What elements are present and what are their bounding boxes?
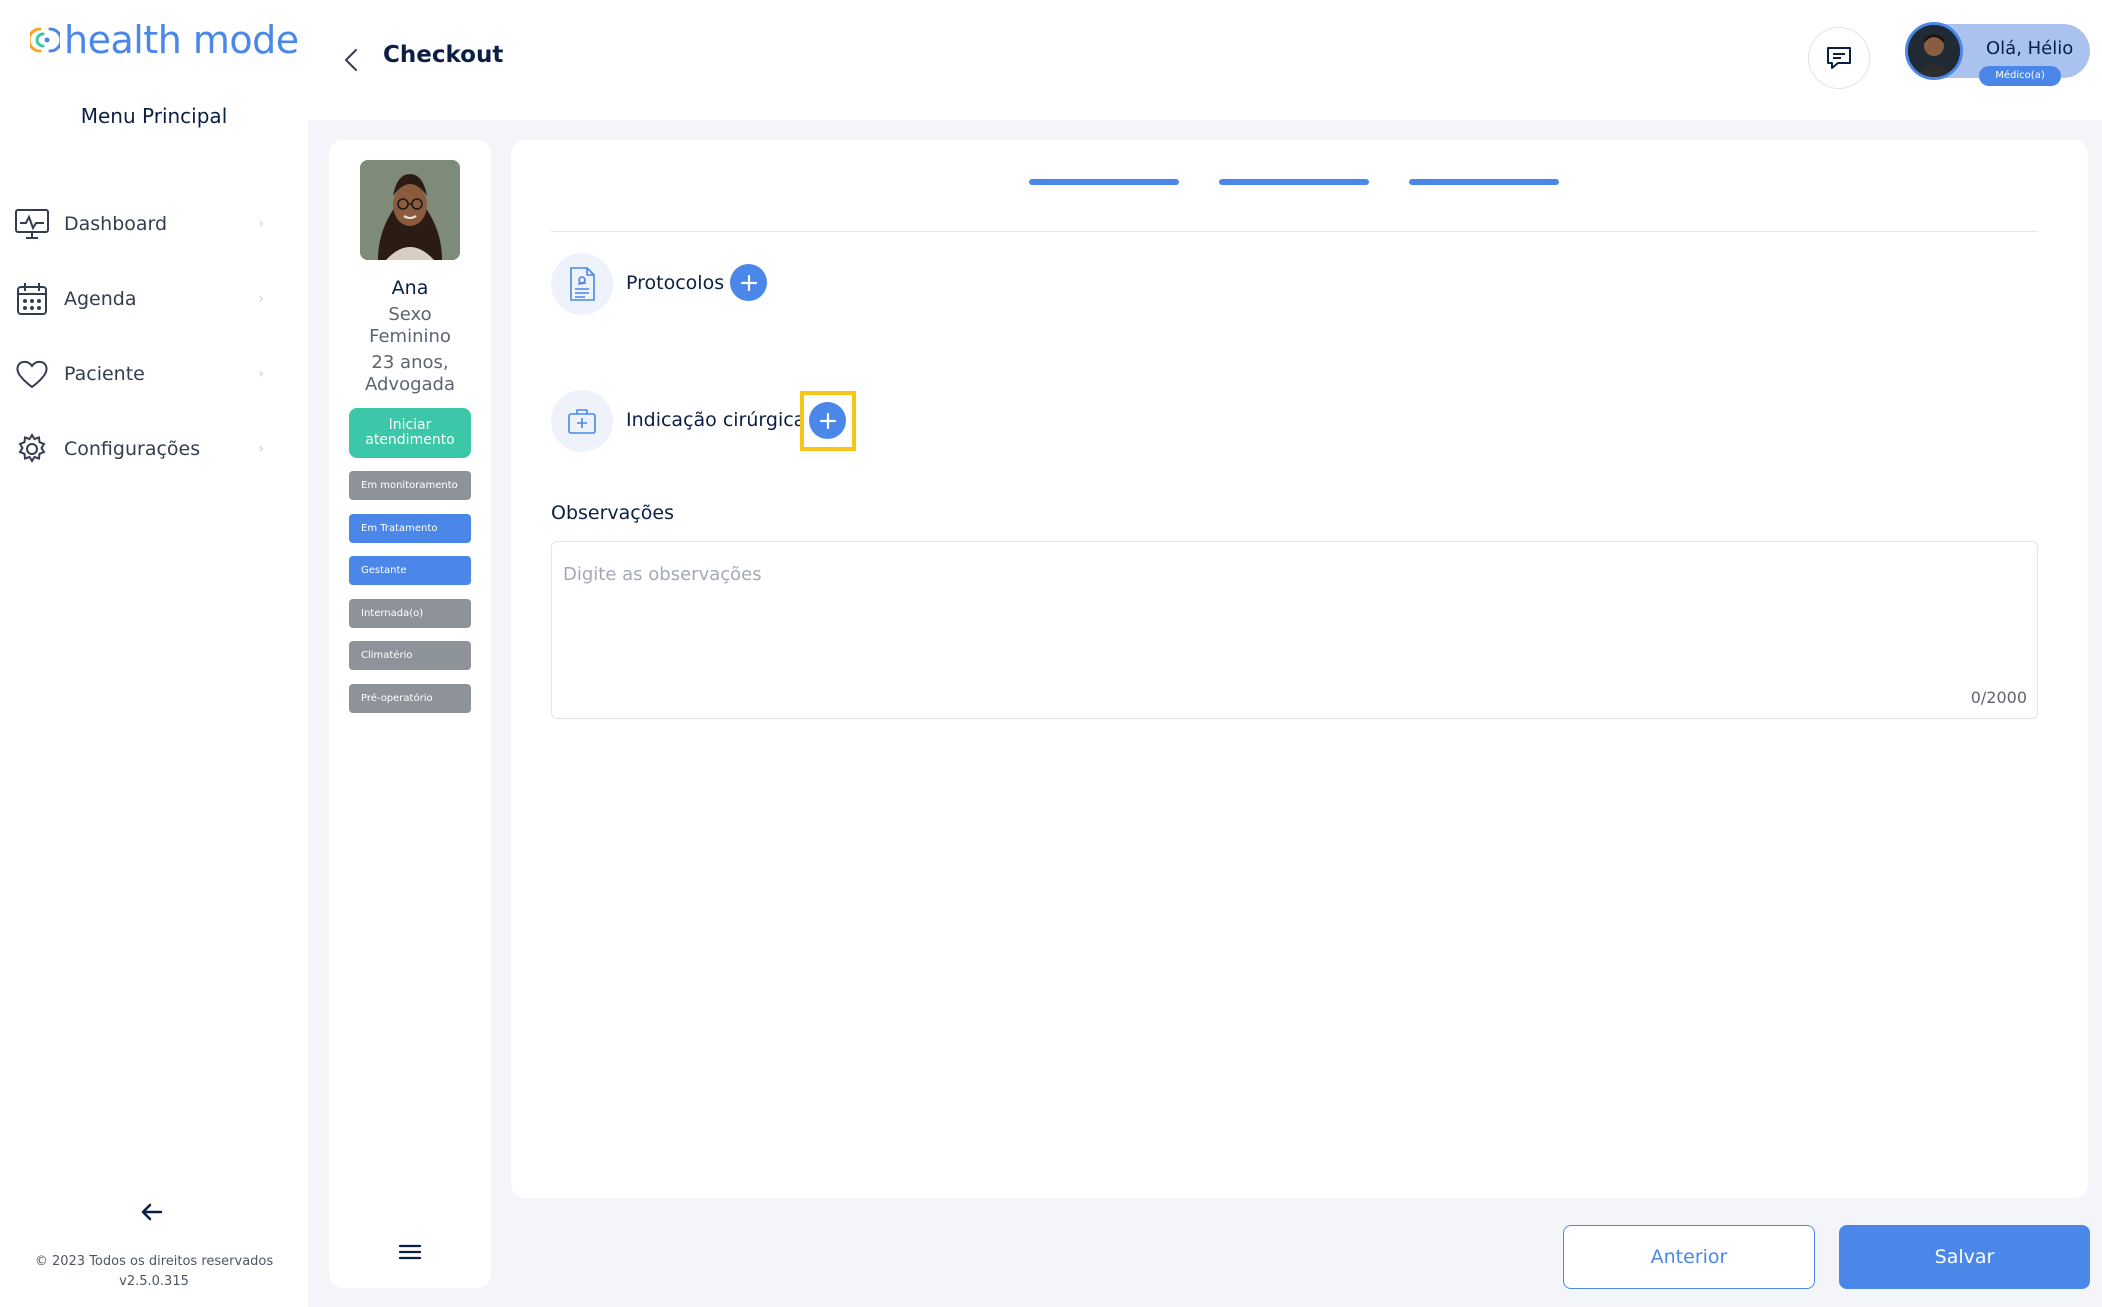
step-indicator-2 — [1219, 179, 1369, 185]
sidebar: health mode Menu Principal Dashboard › A… — [0, 0, 308, 1307]
previous-button[interactable]: Anterior — [1563, 1225, 1815, 1289]
tag-em-monitoramento[interactable]: Em monitoramento — [349, 471, 471, 500]
avatar[interactable] — [1905, 22, 1963, 80]
patient-photo — [360, 160, 460, 260]
sidebar-nav: Dashboard › Agenda › Paciente › Configur… — [14, 186, 264, 486]
sidebar-item-label: Dashboard — [64, 212, 168, 235]
save-button[interactable]: Salvar — [1839, 1225, 2090, 1289]
protocols-label: Protocolos — [626, 272, 725, 294]
monitor-icon — [14, 206, 50, 242]
plus-icon — [819, 412, 836, 429]
footer-copyright: © 2023 Todos os direitos reservados v2.5… — [0, 1252, 308, 1292]
header: Checkout Olá, Hélio Médico(a) — [308, 0, 2102, 120]
chevron-right-icon: › — [258, 440, 264, 457]
copyright-text: © 2023 Todos os direitos reservados — [34, 1254, 274, 1269]
arrow-left-icon[interactable] — [136, 1196, 168, 1228]
plus-icon — [740, 274, 757, 291]
step-indicator-1 — [1029, 179, 1179, 185]
sidebar-item-dashboard[interactable]: Dashboard › — [14, 186, 264, 261]
calendar-icon — [14, 281, 50, 317]
patient-name: Ana — [391, 277, 429, 299]
protocol-document-icon — [551, 253, 613, 315]
divider — [551, 231, 2038, 232]
tag-internada[interactable]: Internada(o) — [349, 598, 471, 628]
chat-icon — [1827, 47, 1851, 69]
step-indicator-3 — [1409, 179, 1559, 185]
user-greeting: Olá, Hélio — [1986, 38, 2074, 59]
patient-age-profession: 23 anos, Advogada — [365, 352, 455, 395]
add-surgical-indication-button[interactable] — [809, 402, 846, 439]
observations-textarea[interactable]: Digite as observações 0/2000 — [551, 541, 2038, 719]
checkout-panel: Protocolos Indicação cirúrgica Observaçõ… — [511, 140, 2088, 1198]
previous-label: Anterior — [1650, 1246, 1728, 1268]
logo-mark-icon — [27, 25, 63, 55]
chevron-right-icon: › — [258, 215, 264, 232]
observations-placeholder: Digite as observações — [563, 564, 762, 585]
logo[interactable]: health mode — [27, 18, 299, 62]
heart-icon — [14, 356, 50, 392]
sidebar-item-label: Paciente — [64, 362, 145, 385]
surgical-kit-icon — [551, 390, 613, 452]
back-button[interactable] — [332, 40, 372, 80]
sidebar-item-label: Configurações — [64, 437, 201, 460]
sidebar-item-label: Agenda — [64, 287, 137, 310]
patient-avatar-icon — [360, 160, 460, 260]
tag-gestante[interactable]: Gestante — [349, 556, 471, 585]
chevron-left-icon — [345, 49, 357, 71]
role-badge: Médico(a) — [1979, 66, 2061, 86]
save-label: Salvar — [1934, 1246, 1995, 1268]
tag-climaterio[interactable]: Climatério — [349, 641, 471, 670]
user-avatar-icon — [1908, 25, 1960, 77]
observations-char-counter: 0/2000 — [1970, 688, 2027, 707]
tag-em-tratamento[interactable]: Em Tratamento — [349, 513, 471, 543]
surgical-indication-label: Indicação cirúrgica — [626, 409, 806, 431]
menu-title: Menu Principal — [80, 104, 228, 128]
tag-pre-operatorio[interactable]: Pré-operatório — [349, 683, 471, 713]
observations-label: Observações — [551, 502, 674, 524]
add-protocol-button[interactable] — [730, 264, 767, 301]
logo-text: health mode — [64, 18, 299, 62]
chevron-right-icon: › — [258, 365, 264, 382]
patient-sex: Sexo Feminino — [369, 304, 451, 347]
page-title: Checkout — [383, 42, 504, 68]
hamburger-menu-icon[interactable] — [396, 1238, 424, 1266]
sidebar-item-configuracoes[interactable]: Configurações › — [14, 411, 264, 486]
chevron-right-icon: › — [258, 290, 264, 307]
patient-info: Sexo Feminino 23 anos, Advogada — [329, 304, 491, 396]
version-text: v2.5.0.315 — [119, 1274, 189, 1289]
patient-card: Ana Sexo Feminino 23 anos, Advogada Inic… — [329, 140, 491, 1288]
start-attendance-label: Iniciar atendimento — [365, 417, 455, 448]
patient-tags: Em monitoramento Em Tratamento Gestante … — [349, 471, 471, 726]
sidebar-item-agenda[interactable]: Agenda › — [14, 261, 264, 336]
sidebar-item-paciente[interactable]: Paciente › — [14, 336, 264, 411]
gear-icon — [14, 431, 50, 467]
start-attendance-button[interactable]: Iniciar atendimento — [349, 408, 471, 458]
chat-button[interactable] — [1808, 27, 1870, 89]
